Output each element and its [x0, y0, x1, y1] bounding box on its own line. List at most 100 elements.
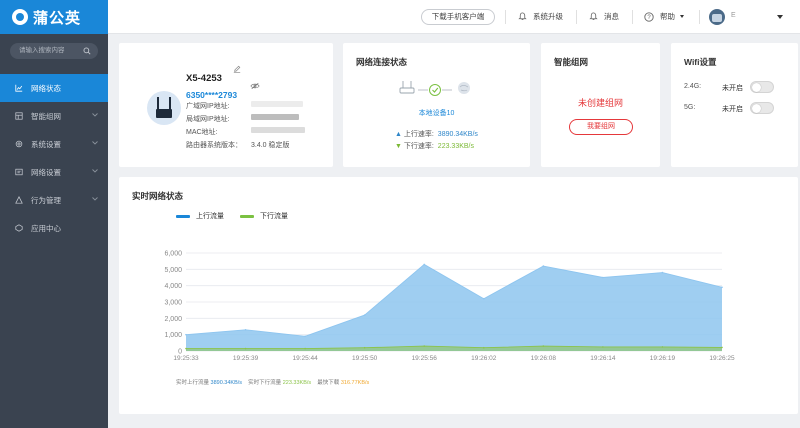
network-status-title: 网络连接状态: [356, 57, 408, 67]
firmware-value: 3.4.0 稳定版: [251, 142, 290, 149]
footer-up-value: 3890.34KB/s: [210, 380, 243, 386]
chevron-down-icon: [92, 197, 98, 201]
x-tick-label: 19:25:56: [412, 355, 438, 362]
chart-icon: [15, 84, 23, 92]
help-label: 帮助: [660, 12, 675, 21]
sidebar-item-label: 网络状态: [31, 83, 61, 93]
upload-point: [721, 286, 723, 289]
connection-diagram-icon: [399, 81, 470, 96]
y-tick-label: 5,000: [164, 267, 182, 274]
upload-point: [602, 276, 604, 279]
download-point: [363, 346, 366, 349]
sidebar-item-behavior-management[interactable]: 行为管理: [0, 186, 108, 214]
logo[interactable]: 蒲公英: [0, 0, 108, 34]
sidebar-item-app-center[interactable]: 应用中心: [0, 214, 108, 242]
download-point: [482, 346, 485, 349]
help-button[interactable]: ? 帮助: [644, 11, 684, 22]
sidebar-item-smart-mesh[interactable]: 智能组网: [0, 102, 108, 130]
x-tick-label: 19:25:39: [233, 355, 259, 362]
sidebar-item-network-settings[interactable]: 网络设置: [0, 158, 108, 186]
user-menu-caret-icon[interactable]: [777, 15, 783, 19]
upload-point: [661, 271, 664, 274]
divider: [632, 10, 633, 24]
sidebar: 请输入搜索内容 网络状态 智能组网 系统设置 网络设置 行为管理 应用中心: [0, 34, 108, 428]
sidebar-item-label: 智能组网: [31, 111, 61, 121]
upload-point: [304, 335, 306, 338]
upload-point: [542, 265, 545, 267]
divider: [505, 10, 506, 24]
footer-down-value: 223.33KB/s: [282, 380, 312, 386]
bell-icon: [589, 12, 598, 20]
upload-point: [363, 314, 366, 316]
download-speed: ▼ 下行速率: 223.33KB/s: [395, 143, 474, 150]
download-point: [542, 345, 545, 347]
sidebar-search-input[interactable]: 请输入搜索内容: [10, 43, 98, 59]
wifi-settings-title: Wifi设置: [684, 57, 717, 67]
user-name[interactable]: E: [731, 12, 736, 19]
x-tick-label: 19:26:14: [590, 355, 616, 362]
network-status-card: 网络连接状态 本地设备10 ▲ 上行速率: 3890.34KB/s ▼ 下行速率…: [343, 43, 530, 167]
messages-label: 消息: [604, 12, 619, 21]
wifi-5g-toggle[interactable]: [750, 102, 774, 114]
footer-max-value: 316.77KB/s: [340, 380, 370, 386]
hide-eye-icon[interactable]: [250, 82, 260, 90]
download-point: [661, 346, 664, 348]
wifi-24g-state: 未开启: [722, 85, 743, 92]
x-tick-label: 19:26:02: [471, 355, 497, 362]
x-tick-label: 19:26:08: [531, 355, 557, 362]
sidebar-item-label: 系统设置: [31, 139, 61, 149]
chart-footer: 实时上行流量 3890.34KB/s 实时下行流量 223.33KB/s 最快下…: [176, 378, 369, 386]
y-tick-label: 2,000: [164, 316, 182, 323]
mac-label: MAC地址:: [186, 129, 218, 136]
gear-icon: [15, 140, 23, 148]
messages-button[interactable]: 消息: [589, 11, 619, 22]
system-upgrade-button[interactable]: 系统升级: [518, 11, 563, 22]
divider: [576, 10, 577, 24]
avatar[interactable]: [709, 9, 725, 25]
download-speed-label: 下行速率:: [403, 143, 434, 150]
apps-icon: [15, 224, 23, 232]
upload-point: [244, 328, 247, 331]
upload-point: [185, 333, 187, 336]
search-icon[interactable]: [83, 47, 91, 55]
wifi-24g-label: 2.4G:: [684, 83, 702, 90]
x-tick-label: 19:26:25: [709, 355, 735, 362]
help-icon: ?: [644, 11, 654, 22]
sidebar-item-network-status[interactable]: 网络状态: [0, 74, 108, 102]
chevron-down-icon: [92, 169, 98, 173]
network-icon: [15, 168, 23, 176]
wifi-5g-label: 5G:: [684, 104, 696, 111]
smart-mesh-title: 智能组网: [554, 57, 589, 67]
wifi-settings-card: Wifi设置 2.4G: 未开启 5G: 未开启: [671, 43, 798, 167]
lan-ip-label: 局域网IP地址:: [186, 116, 230, 123]
footer-up-label: 实时上行流量: [176, 380, 210, 386]
search-placeholder: 请输入搜索内容: [19, 47, 65, 54]
upload-speed-label: 上行速率:: [403, 131, 434, 138]
smart-mesh-card: 智能组网 未创建组网 我要组网: [541, 43, 660, 167]
local-device-name: 本地设备10: [418, 110, 455, 117]
download-speed-value: 223.33KB/s: [437, 143, 474, 150]
y-tick-label: 6,000: [164, 251, 182, 258]
x-tick-label: 19:26:19: [650, 355, 676, 362]
sidebar-item-label: 网络设置: [31, 167, 61, 177]
lan-ip-value: [251, 114, 299, 121]
download-point: [244, 347, 247, 350]
mac-value: [251, 127, 305, 134]
wifi-24g-toggle[interactable]: [750, 81, 774, 93]
wan-ip-value: [251, 101, 303, 108]
upgrade-label: 系统升级: [533, 12, 563, 21]
logo-mark-icon: [12, 9, 28, 25]
sidebar-item-system-settings[interactable]: 系统设置: [0, 130, 108, 158]
create-mesh-button[interactable]: 我要组网: [569, 119, 633, 135]
upload-speed-value: 3890.34KB/s: [437, 131, 478, 138]
download-point: [304, 347, 306, 350]
wan-ip-label: 广域网IP地址:: [186, 103, 230, 110]
download-client-button[interactable]: 下载手机客户端: [421, 9, 495, 25]
y-tick-label: 3,000: [164, 300, 182, 307]
x-tick-label: 19:25:33: [173, 355, 199, 362]
router-image: [147, 91, 181, 125]
mesh-icon: [15, 112, 23, 120]
behavior-icon: [15, 196, 23, 204]
traffic-chart: 01,0002,0003,0004,0005,0006,00019:25:33 1…: [164, 251, 735, 363]
edit-icon[interactable]: [233, 65, 241, 73]
